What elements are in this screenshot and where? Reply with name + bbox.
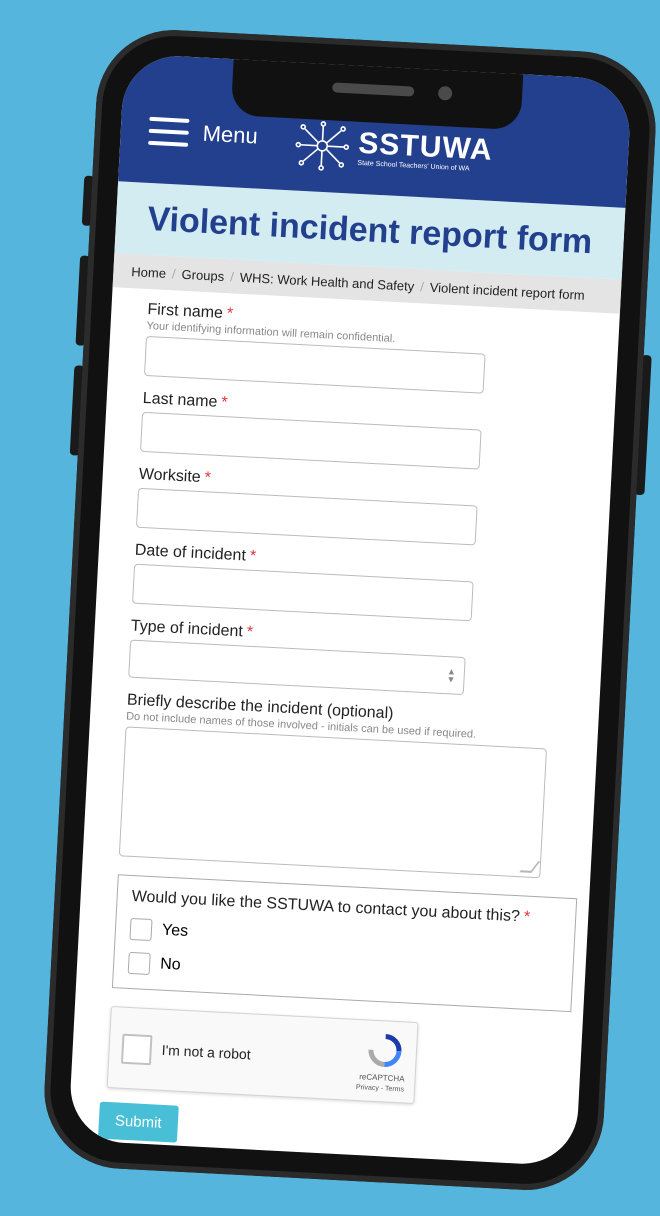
recaptcha-brand: reCAPTCHA: [359, 1072, 405, 1084]
breadcrumb-separator: /: [229, 268, 235, 284]
camera-icon: [437, 85, 453, 101]
recaptcha-terms[interactable]: Privacy - Terms: [356, 1084, 404, 1094]
recaptcha-label: I'm not a robot: [161, 1041, 252, 1063]
menu-button[interactable]: Menu: [148, 116, 259, 151]
required-marker: *: [246, 623, 254, 641]
type-field: Type of incident * ▲ ▼: [128, 618, 563, 701]
required-marker: *: [220, 393, 229, 412]
required-marker: *: [204, 469, 212, 487]
worksite-field: Worksite *: [136, 466, 571, 551]
recaptcha-widget: I'm not a robot reCAPTCHA Privacy - Term…: [106, 1006, 419, 1105]
menu-label: Menu: [202, 120, 259, 149]
no-label: No: [159, 955, 182, 974]
hamburger-icon: [148, 116, 190, 147]
required-marker: *: [523, 908, 531, 926]
no-checkbox[interactable]: [127, 951, 151, 976]
breadcrumb-current: Violent incident report form: [429, 279, 586, 303]
description-field: Briefly describe the incident (optional)…: [118, 691, 559, 879]
breadcrumb-home[interactable]: Home: [131, 264, 166, 281]
submit-button[interactable]: Submit: [97, 1101, 179, 1143]
required-marker: *: [226, 305, 234, 323]
breadcrumb-separator: /: [171, 265, 177, 281]
yes-checkbox[interactable]: [129, 917, 153, 942]
page-title: Violent incident report form: [146, 199, 594, 261]
recaptcha-icon: [368, 1033, 402, 1067]
select-arrows-icon: ▲ ▼: [446, 666, 457, 685]
phone-mockup: Menu SSTUWA State School Teachers' Union…: [40, 26, 660, 1194]
recaptcha-checkbox[interactable]: [120, 1033, 153, 1066]
incident-form: First name * Your identifying information…: [68, 287, 620, 1163]
breadcrumb-groups[interactable]: Groups: [181, 266, 224, 283]
first-name-field: First name * Your identifying information…: [143, 301, 579, 399]
yes-label: Yes: [161, 921, 189, 940]
breadcrumb-separator: /: [419, 278, 425, 294]
speaker-grille: [332, 82, 415, 97]
required-marker: *: [249, 547, 257, 566]
resize-handle-icon[interactable]: [519, 860, 541, 873]
breadcrumb-whs[interactable]: WHS: Work Health and Safety: [239, 269, 414, 293]
phone-screen: Menu SSTUWA State School Teachers' Union…: [67, 53, 633, 1167]
date-field: Date of incident *: [132, 542, 567, 627]
last-name-field: Last name *: [139, 390, 575, 475]
network-icon: [295, 121, 350, 171]
description-textarea[interactable]: [118, 726, 548, 879]
contact-fieldset: Would you like the SSTUWA to contact you…: [111, 874, 578, 1013]
